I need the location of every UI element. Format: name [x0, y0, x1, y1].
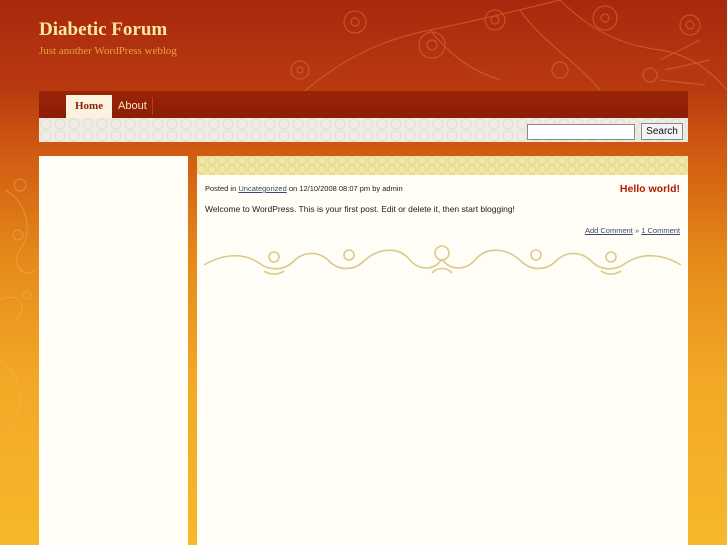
add-comment-link[interactable]: Add Comment — [585, 226, 633, 235]
comments-count-link[interactable]: 1 Comment — [641, 226, 680, 235]
post-title[interactable]: Hello world! — [620, 183, 680, 195]
comment-link-separator: » — [634, 226, 640, 235]
post-comment-links: Add Comment » 1 Comment — [585, 226, 680, 235]
content-pattern-header — [197, 156, 688, 175]
post-body: Welcome to WordPress. This is your first… — [205, 204, 515, 214]
main-content: Posted in Uncategorized on 12/10/2008 08… — [197, 156, 688, 545]
nav-item-home[interactable]: Home — [66, 95, 113, 118]
site-title[interactable]: Diabetic Forum — [39, 19, 167, 41]
post-meta: Posted in Uncategorized on 12/10/2008 08… — [205, 184, 403, 193]
category-link[interactable]: Uncategorized — [238, 184, 286, 193]
sidebar — [39, 156, 188, 545]
nav-item-about[interactable]: About — [109, 95, 156, 118]
nav-divider — [152, 97, 153, 115]
search-button[interactable]: Search — [641, 123, 683, 140]
site-description: Just another WordPress weblog — [39, 45, 177, 57]
main-navigation: Home About — [39, 91, 688, 118]
post-meta-prefix: Posted in — [205, 184, 237, 193]
scroll-flourish-divider-icon — [204, 245, 681, 275]
post-meta-suffix: on 12/10/2008 08:07 pm by admin — [288, 184, 403, 193]
search-input[interactable] — [527, 124, 635, 140]
